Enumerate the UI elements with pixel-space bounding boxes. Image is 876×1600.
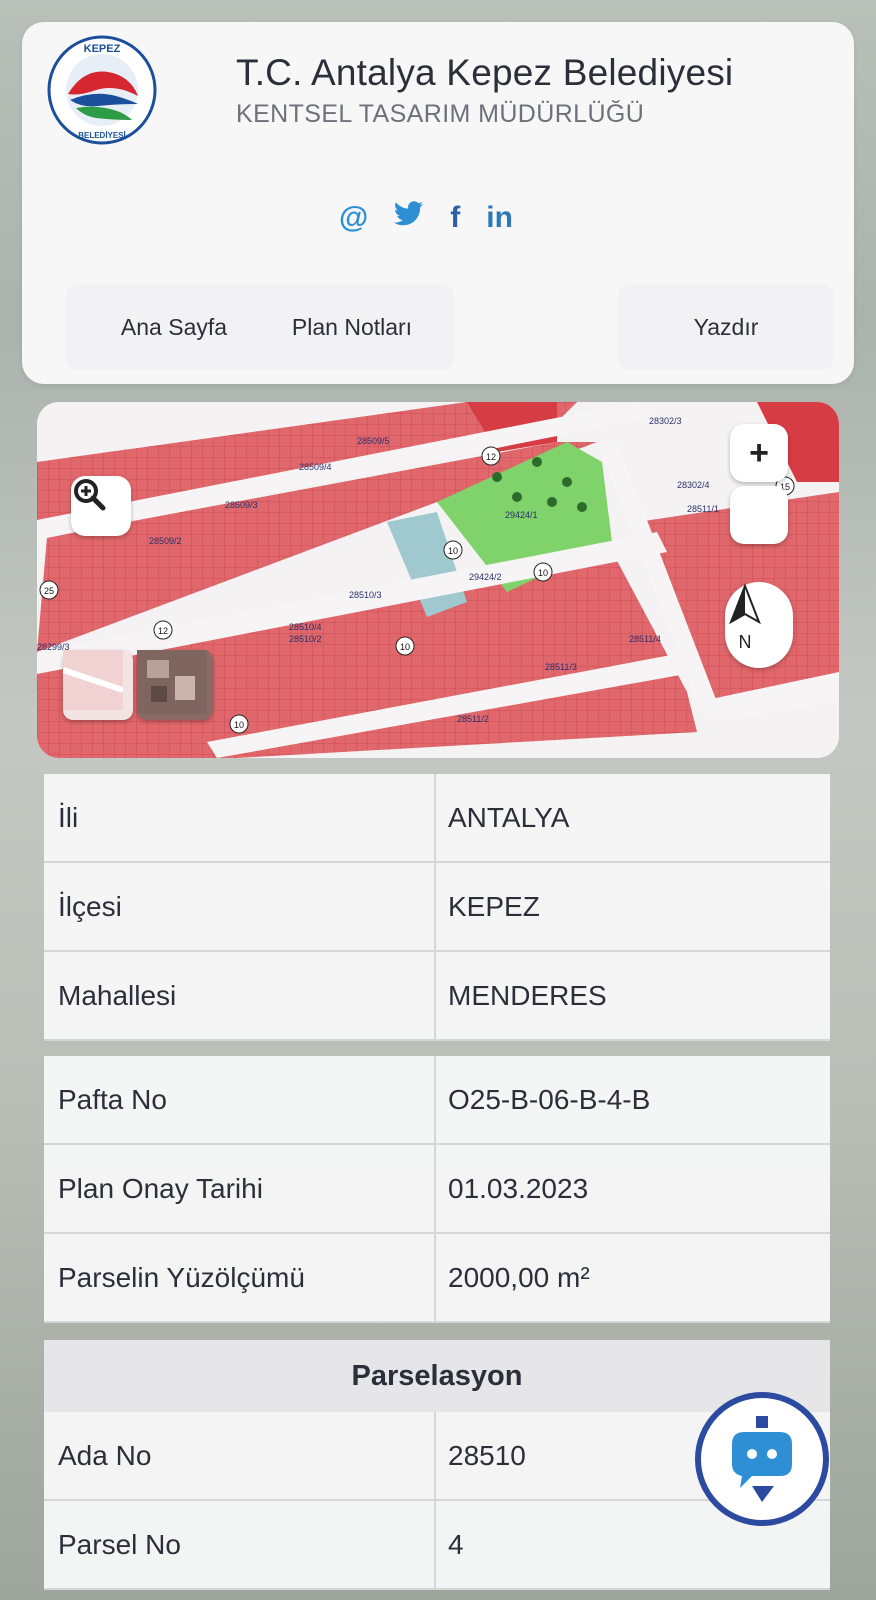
road-width-label: 10 xyxy=(234,720,244,730)
zoom-tool-button[interactable] xyxy=(71,476,131,536)
row-value: O25-B-06-B-4-B xyxy=(448,1083,651,1115)
location-table: İli ANTALYA İlçesi KEPEZ Mahallesi MENDE… xyxy=(44,774,830,1041)
road-width-label: 10 xyxy=(538,568,548,578)
satellite-layer-thumbnail[interactable] xyxy=(137,650,213,720)
chat-assistant-button[interactable] xyxy=(695,1392,829,1526)
parcel-label: 28509/5 xyxy=(357,436,390,446)
parcel-label: 29424/2 xyxy=(469,572,502,582)
map-view[interactable]: 28302/3 28302/4 28509/5 28509/4 28509/3 28509… xyxy=(37,402,839,758)
social-links: @ f in xyxy=(339,198,513,238)
row-label: Plan Onay Tarihi xyxy=(44,1145,436,1232)
table-row: Parsel No 4 xyxy=(44,1501,830,1590)
svg-text:BELEDİYESİ: BELEDİYESİ xyxy=(78,131,126,140)
road-width-label: 10 xyxy=(400,642,410,652)
table-row: Plan Onay Tarihi 01.03.2023 xyxy=(44,1145,830,1234)
kepez-logo: KEPEZ BELEDİYESİ xyxy=(47,35,157,145)
parcel-label: 28511/4 xyxy=(629,634,661,644)
linkedin-icon[interactable]: in xyxy=(486,198,513,238)
chat-bot-icon xyxy=(732,1416,792,1502)
zoom-out-button[interactable] xyxy=(730,486,788,544)
parcel-label: 29424/1 xyxy=(505,510,538,520)
parcel-label: 28511/2 xyxy=(457,714,489,724)
plan-thumb-icon xyxy=(63,650,123,710)
parcel-label: 28509/2 xyxy=(149,536,182,546)
table-row: Mahallesi MENDERES xyxy=(44,952,830,1041)
row-label: İli xyxy=(44,774,436,861)
svg-text:N: N xyxy=(739,632,752,652)
table-row: İli ANTALYA xyxy=(44,774,830,863)
row-label: İlçesi xyxy=(44,863,436,950)
svg-text:KEPEZ: KEPEZ xyxy=(84,43,121,55)
row-value: 2000,00 m² xyxy=(448,1261,590,1293)
facebook-icon[interactable]: f xyxy=(450,198,460,238)
north-arrow-icon: N xyxy=(729,583,761,652)
org-title: T.C. Antalya Kepez Belediyesi xyxy=(236,52,734,93)
table-row: Parselin Yüzölçümü 2000,00 m² xyxy=(44,1234,830,1323)
table-row: İlçesi KEPEZ xyxy=(44,863,830,952)
parcel-label: 28510/2 xyxy=(289,634,322,644)
road-width-label: 25 xyxy=(44,586,54,596)
row-value: MENDERES xyxy=(448,979,607,1011)
row-value: ANTALYA xyxy=(448,801,570,833)
road-width-label: 12 xyxy=(486,452,496,462)
parcel-label: 28302/3 xyxy=(649,416,682,426)
plan-layer-thumbnail[interactable] xyxy=(63,650,133,720)
row-label: Parselin Yüzölçümü xyxy=(44,1234,436,1321)
header-card: KEPEZ BELEDİYESİ T.C. Antalya Kepez Bele… xyxy=(22,22,854,384)
parcel-label: 28509/4 xyxy=(299,462,332,472)
row-value: KEPEZ xyxy=(448,890,540,922)
compass-button[interactable]: N xyxy=(725,582,793,668)
parcel-label: 28510/3 xyxy=(349,590,382,600)
satellite-thumb-icon xyxy=(137,650,207,714)
row-label: Mahallesi xyxy=(44,952,436,1039)
parselasyon-header: Parselasyon xyxy=(44,1340,830,1412)
row-value: 01.03.2023 xyxy=(448,1172,589,1204)
org-subtitle: KENTSEL TASARIM MÜDÜRLÜĞÜ xyxy=(236,100,645,128)
table-row: Pafta No O25-B-06-B-4-B xyxy=(44,1056,830,1145)
row-label: Ada No xyxy=(44,1412,436,1499)
row-label: Parsel No xyxy=(44,1501,436,1588)
road-width-label: 12 xyxy=(158,626,168,636)
twitter-icon[interactable] xyxy=(394,198,424,238)
road-width-label: 10 xyxy=(448,546,458,556)
parcel-label: 28511/1 xyxy=(687,504,719,514)
parcel-label: 28509/3 xyxy=(225,500,258,510)
row-label: Pafta No xyxy=(44,1056,436,1143)
magnifier-plus-icon xyxy=(74,479,106,511)
print-button[interactable]: Yazdır xyxy=(618,284,834,370)
parcel-label: 28302/4 xyxy=(677,480,710,490)
parcel-label: 28510/4 xyxy=(289,622,322,632)
parcel-label: 28511/3 xyxy=(545,662,577,672)
zoom-in-button[interactable]: + xyxy=(730,424,788,482)
plan-notes-button[interactable]: Plan Notları xyxy=(250,284,454,370)
plan-table: Pafta No O25-B-06-B-4-B Plan Onay Tarihi… xyxy=(44,1056,830,1323)
email-icon[interactable]: @ xyxy=(339,198,368,238)
